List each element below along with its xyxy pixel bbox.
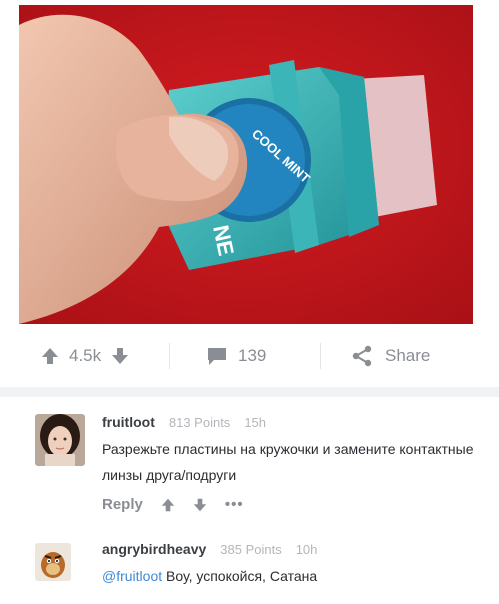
- vote-group: 4.5k: [19, 346, 169, 366]
- comment-actions: Reply •••: [102, 496, 482, 513]
- comment-time: 15h: [244, 415, 267, 430]
- comments-count: 139: [238, 346, 267, 365]
- comment-body: fruitloot 813 Points 15h Разрежьте пласт…: [102, 414, 482, 513]
- comment-username[interactable]: angrybirdheavy: [102, 541, 206, 557]
- comment-points: 385 Points: [220, 542, 282, 557]
- upvote-count: 4.5k: [69, 346, 102, 365]
- comments-button[interactable]: 139: [170, 346, 320, 366]
- avatar[interactable]: [35, 543, 71, 581]
- comment-time: 10h: [295, 542, 318, 557]
- post-action-bar: 4.5k 139 Share: [19, 328, 473, 384]
- more-options-button[interactable]: •••: [225, 496, 244, 513]
- share-button[interactable]: Share: [321, 345, 473, 367]
- comment-icon: [208, 348, 226, 365]
- upvote-icon[interactable]: [161, 498, 175, 512]
- comment-text-content: Воу, успокойся, Сатана: [166, 568, 318, 584]
- post-image[interactable]: COOL MINT NE: [19, 5, 473, 324]
- comment-meta: fruitloot 813 Points 15h: [102, 414, 482, 434]
- comment-points: 813 Points: [168, 415, 231, 430]
- comment-body: angrybirdheavy 385 Points 10h @fruitloot…: [102, 541, 482, 589]
- comment-username[interactable]: fruitloot: [102, 414, 155, 430]
- floss-photo: COOL MINT NE: [19, 5, 473, 324]
- downvote-icon[interactable]: [111, 347, 129, 365]
- comment-mention[interactable]: @fruitloot: [102, 568, 162, 584]
- avatar[interactable]: [35, 414, 85, 466]
- reply-button[interactable]: Reply: [102, 496, 143, 513]
- share-label: Share: [385, 346, 431, 365]
- comment-meta: angrybirdheavy 385 Points 10h: [102, 541, 482, 561]
- share-icon: [352, 345, 372, 367]
- comment-text: Разрежьте пластины на кружочки и заменит…: [102, 441, 474, 483]
- section-divider: [0, 387, 499, 397]
- downvote-icon[interactable]: [193, 498, 207, 512]
- upvote-icon[interactable]: [41, 347, 59, 365]
- comment-text: @fruitloot Воу, успокойся, Сатана: [102, 563, 482, 589]
